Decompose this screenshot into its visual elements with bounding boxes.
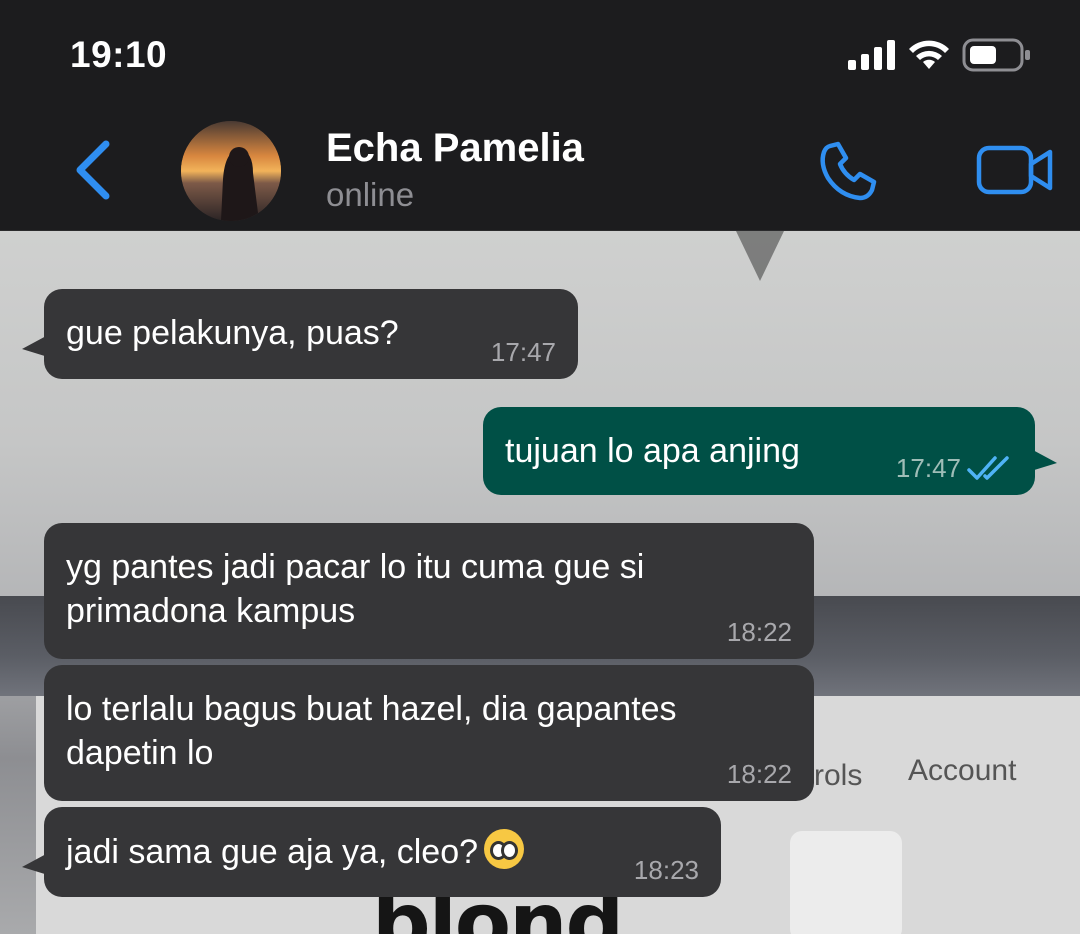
message-text: jadi sama gue aja ya, cleo?: [66, 829, 699, 874]
message-meta: 18:22: [727, 617, 792, 647]
message-time: 18:23: [633, 855, 699, 885]
message-time: 18:22: [726, 759, 792, 789]
chevron-left-icon: [76, 140, 110, 200]
message-meta: 18:22: [727, 759, 792, 789]
message-time: 18:22: [726, 617, 792, 647]
message-text: lo terlalu bagus buat hazel, dia gapante…: [66, 690, 677, 772]
message-meta: 17:47: [896, 453, 1013, 483]
contact-name[interactable]: Echa Pamelia: [326, 126, 584, 171]
back-button[interactable]: [68, 138, 118, 202]
video-call-button[interactable]: [976, 144, 1054, 196]
chat-area[interactable]: rols Account blond gue pelakunya, puas? …: [0, 231, 1080, 934]
phone-icon: [820, 141, 877, 201]
message-time: 17:47: [490, 337, 556, 367]
wallpaper-text: Account: [908, 754, 1017, 787]
wifi-icon: [909, 40, 949, 69]
pleading-face-emoji-icon: [484, 829, 525, 869]
message-bubble-incoming[interactable]: gue pelakunya, puas? 17:47: [22, 289, 578, 379]
message-bubble-incoming[interactable]: yg pantes jadi pacar lo itu cuma gue si …: [44, 523, 814, 659]
read-receipt-icon: [967, 456, 1009, 480]
status-icons: [848, 38, 1032, 72]
avatar-photo-icon: [181, 121, 281, 221]
message-time: 17:47: [895, 453, 961, 483]
wallpaper-text: rols: [814, 759, 863, 792]
message-meta: 18:23: [634, 855, 699, 885]
cellular-signal-icon: [848, 40, 895, 70]
status-time: 19:10: [70, 34, 168, 75]
message-bubble-outgoing[interactable]: tujuan lo apa anjing 17:47: [483, 407, 1057, 495]
voice-call-button[interactable]: [816, 140, 880, 204]
message-text: yg pantes jadi pacar lo itu cuma gue si …: [66, 548, 645, 630]
message-text-content: jadi sama gue aja ya, cleo?: [66, 833, 479, 871]
battery-icon: [962, 38, 1030, 72]
message-text: gue pelakunya, puas?: [66, 314, 399, 352]
bubble-tail: [1031, 449, 1057, 471]
contact-avatar[interactable]: [181, 121, 281, 221]
video-camera-icon: [976, 145, 1053, 195]
bubble-tail: [22, 335, 48, 357]
contact-status: online: [326, 176, 415, 213]
message-bubble-incoming[interactable]: lo terlalu bagus buat hazel, dia gapante…: [44, 665, 814, 801]
message-meta: 17:47: [491, 337, 556, 367]
bubble-tail: [22, 853, 48, 875]
message-bubble-incoming[interactable]: jadi sama gue aja ya, cleo? 18:23: [22, 807, 721, 897]
chat-header: Echa Pamelia online: [0, 112, 1080, 231]
wallpaper-decoration: [790, 831, 902, 934]
status-bar: 19:10: [0, 0, 1080, 112]
wallpaper-decoration: [736, 231, 784, 281]
